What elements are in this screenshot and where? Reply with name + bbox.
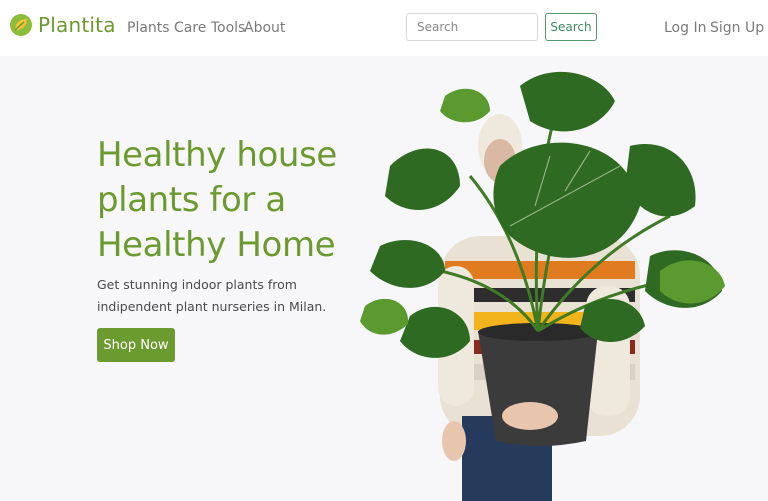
login-link[interactable]: Log In xyxy=(664,19,706,37)
brand-link[interactable]: Plantita xyxy=(9,13,116,37)
person-holding-monstera-plant xyxy=(360,71,725,501)
nav-link-plants[interactable]: Plants xyxy=(127,19,170,37)
shop-now-button[interactable]: Shop Now xyxy=(97,328,175,362)
hero-title: Healthy house plants for a Healthy Home xyxy=(97,135,337,265)
signup-link[interactable]: Sign Up xyxy=(710,19,764,37)
brand-name: Plantita xyxy=(38,13,116,37)
search-input[interactable] xyxy=(406,13,538,41)
nav-link-about[interactable]: About xyxy=(244,19,285,37)
nav-link-care-tools[interactable]: Care Tools xyxy=(174,19,245,37)
leaf-logo-icon xyxy=(10,14,32,36)
hero-subtitle: Get stunning indoor plants from indipend… xyxy=(97,277,327,314)
search-button[interactable]: Search xyxy=(545,13,597,41)
top-navbar: Plantita Plants Care Tools About Search … xyxy=(0,0,768,56)
